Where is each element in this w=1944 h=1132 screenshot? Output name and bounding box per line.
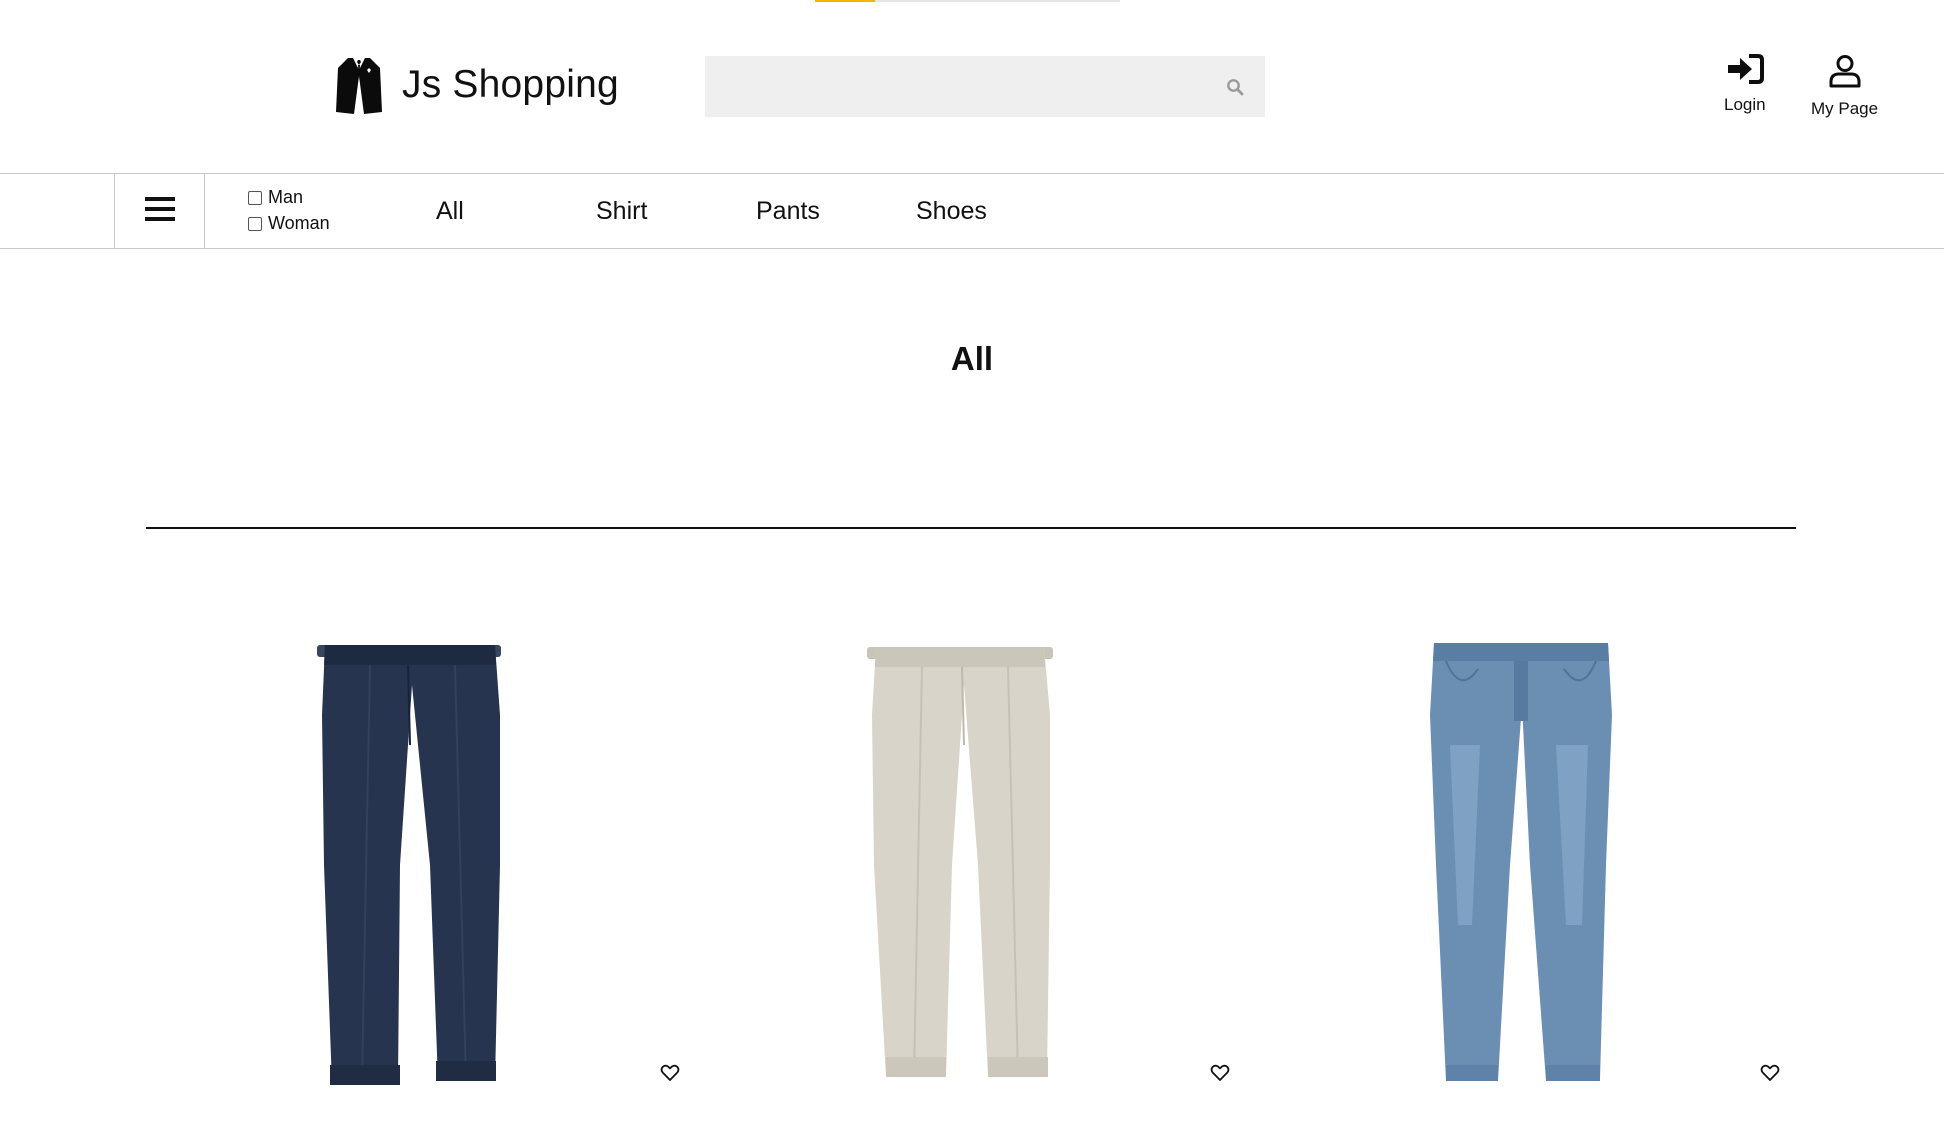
category-nav: Man Woman All Shirt Pants Shoes bbox=[0, 173, 1944, 249]
product-grid bbox=[0, 625, 1944, 1095]
gender-option-man[interactable]: Man bbox=[248, 187, 330, 208]
site-header: Js Shopping Login My Page bbox=[0, 0, 1944, 174]
category-shirt[interactable]: Shirt bbox=[596, 197, 647, 226]
gender-option-label: Woman bbox=[268, 213, 330, 233]
section-title: All bbox=[950, 340, 994, 377]
woman-checkbox[interactable] bbox=[248, 216, 262, 231]
suit-jacket-icon bbox=[336, 56, 382, 114]
gender-filter-group: Man Woman bbox=[248, 187, 330, 234]
gender-option-woman[interactable]: Woman bbox=[248, 213, 330, 234]
product-card[interactable] bbox=[1360, 625, 1780, 1095]
login-icon bbox=[1726, 54, 1764, 89]
product-image-light-blue-jeans[interactable] bbox=[1360, 625, 1700, 1095]
heart-icon[interactable] bbox=[1760, 1063, 1780, 1083]
user-icon bbox=[1828, 54, 1862, 93]
search-input[interactable] bbox=[705, 56, 1205, 117]
login-button[interactable]: Login bbox=[1724, 54, 1766, 115]
brand-logo[interactable]: Js Shopping bbox=[336, 56, 619, 114]
menu-button[interactable] bbox=[114, 174, 205, 248]
product-image-navy-denim-trousers[interactable] bbox=[260, 625, 600, 1095]
brand-name: Js Shopping bbox=[402, 63, 619, 106]
product-card[interactable] bbox=[260, 625, 680, 1095]
hamburger-menu-icon bbox=[144, 196, 175, 227]
login-label: Login bbox=[1724, 95, 1766, 114]
gender-option-label: Man bbox=[268, 187, 304, 207]
search-icon[interactable] bbox=[1205, 78, 1265, 96]
search-bar bbox=[705, 56, 1265, 117]
category-pants[interactable]: Pants bbox=[756, 197, 820, 226]
heart-icon[interactable] bbox=[660, 1063, 680, 1083]
my-page-label: My Page bbox=[1811, 99, 1879, 118]
category-shoes[interactable]: Shoes bbox=[916, 197, 987, 226]
heart-icon[interactable] bbox=[1210, 1063, 1230, 1083]
man-checkbox[interactable] bbox=[248, 190, 262, 205]
product-card[interactable] bbox=[810, 625, 1230, 1095]
category-all[interactable]: All bbox=[436, 197, 464, 226]
product-image-beige-linen-trousers[interactable] bbox=[810, 625, 1150, 1095]
my-page-button[interactable]: My Page bbox=[1811, 54, 1878, 119]
section-divider bbox=[146, 527, 1796, 529]
